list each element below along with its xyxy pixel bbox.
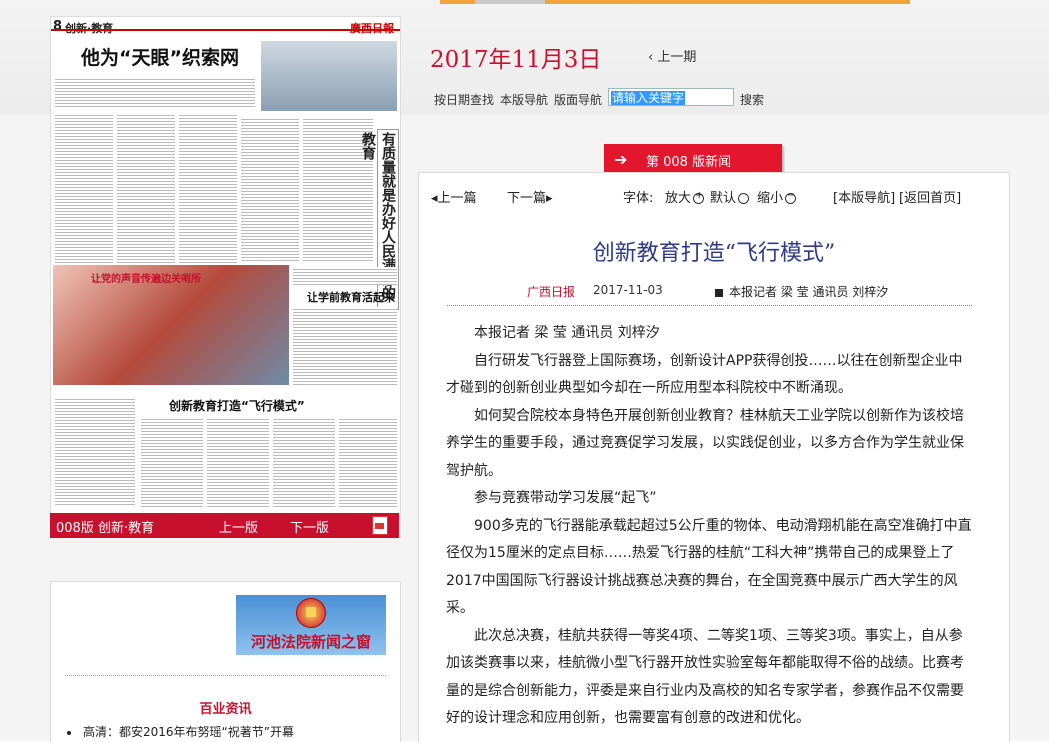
font-enlarge-option[interactable]: 放大 [665,187,705,206]
divider [447,305,972,306]
search-input[interactable]: 请输入关键字 [608,88,734,106]
prev-issue-link[interactable]: ‹ 上一期 [648,46,696,65]
article-paragraph: 900多克的飞行器能承载起超过5公斤重的物体、电动滑翔机能在高空准确打中直径仅为… [446,517,972,617]
masthead-logo: 廣西日報 [350,20,394,36]
list-item[interactable]: 高清：都安2016年布努瑶“祝著节”开幕 [67,723,294,740]
page-tab-label: 第 008 版新闻 [646,155,732,170]
masthead-rule [51,29,400,31]
article-panel: ◂上一篇 下一篇▸ 字体: 放大 默认 缩小 [本版导航] [返回首页] 创新教… [418,172,1010,742]
article-date: 2017-11-03 [593,283,663,297]
square-bullet-icon [715,288,723,297]
thumb-headline-flying[interactable]: 创新教育打造“飞行模式” [169,397,305,414]
this-edition-nav-link[interactable]: 本版导航 [500,91,548,108]
section-title: 百业资讯 [199,702,252,717]
radio-icon [738,193,750,204]
article-paragraph: 自行研发飞行器登上国际赛场，创新设计APP获得创投……以往在创新型企业中才碰到的… [446,352,963,397]
issue-date: 2017年11月3日 [430,47,602,73]
search-input-value: 请输入关键字 [611,91,686,105]
thumb-photo-caption: 让党的声音传遍边关哨所 [91,274,201,285]
article-paragraph: 如何契合院校本身特色开展创新创业教育？桂林航天工业学院以创新作为该校培养学生的重… [446,407,964,479]
prev-edition-link[interactable]: 上一版 [219,517,258,536]
banner-text: 河池法院新闻之窗 [250,633,371,651]
font-shrink-option[interactable]: 缩小 [757,187,797,206]
article-source: 广西日报 [527,285,576,299]
back-home-link[interactable]: [返回首页] [899,187,961,206]
edition-nav-link[interactable]: [本版导航] [833,187,895,206]
radio-icon [693,190,705,204]
edition-label: 008版 创新·教育 [56,521,155,536]
top-accent-strip [440,0,910,4]
section-name: 创新·教育 [65,20,113,36]
layout-nav-link[interactable]: 版面导航 [554,91,602,108]
by-date-link[interactable]: 按日期查找 [434,91,494,108]
section-number: 8 [53,19,63,34]
arrow-right-icon: ➔ [614,150,628,169]
divider [65,675,386,676]
font-default-option[interactable]: 默认 [710,187,750,206]
next-article-link[interactable]: 下一篇▸ [507,187,553,206]
pdf-icon[interactable] [372,516,388,535]
prev-article-link[interactable]: ◂上一篇 [431,187,477,206]
article-paragraph: 此次总决赛，桂航共获得一等奖4项、二等奖1项、三等奖3项。事实上，自从参加该类赛… [446,627,964,727]
font-label: 字体: [623,191,654,206]
article-body: 本报记者 梁 莹 通讯员 刘梓汐 自行研发飞行器登上国际赛场，创新设计APP获得… [446,320,974,733]
page-tab[interactable]: ➔ 第 008 版新闻 [604,144,782,172]
next-edition-link[interactable]: 下一版 [290,517,329,536]
thumb-headline-tianyan[interactable]: 他为“天眼”织索网 [81,43,239,70]
radio-icon [785,190,797,204]
article-paragraph: 本报记者 梁 莹 通讯员 刘梓汐 [474,325,660,341]
article-title: 创新教育打造“飞行模式” [592,241,836,266]
newspaper-page-thumbnail[interactable]: 8 创新·教育 廣西日報 他为“天眼”织索网 有质量就是办好人民满意的教育 让党… [50,16,401,515]
thumb-headline-preschool[interactable]: 让学前教育活起来 [307,289,395,305]
search-button[interactable]: 搜索 [740,91,764,108]
court-news-banner[interactable]: 河池法院新闻之窗 [236,595,386,655]
paper-edition-nav: 008版 创新·教育 上一版 下一版 [50,513,399,538]
side-panel: 河池法院新闻之窗 百业资讯 高清：都安2016年布努瑶“祝著节”开幕 [50,581,401,742]
article-subheading: 参与竞赛带动学习发展“起飞” [474,490,657,506]
bullet-icon [67,730,71,735]
court-emblem-icon [296,598,326,628]
thumb-photo-workers[interactable] [261,41,397,111]
article-byline: 本报记者 梁 莹 通讯员 刘梓汐 [715,283,888,300]
